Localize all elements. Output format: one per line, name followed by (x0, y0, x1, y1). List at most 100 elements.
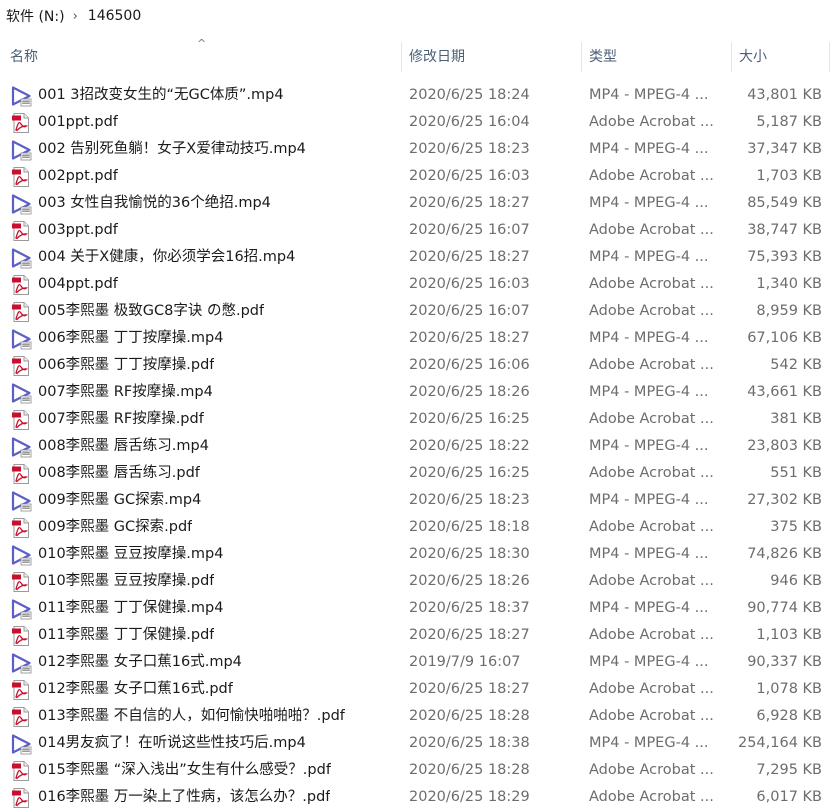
file-name-cell[interactable]: 011李熙墨 丁丁保健操.mp4 (10, 595, 402, 622)
file-row[interactable]: 004ppt.pdf 2020/6/25 16:03 Adobe Acrobat .… (0, 271, 835, 298)
file-size: 67,106 KB (747, 330, 822, 346)
file-name-cell[interactable]: 003 女性自我愉悦的36个绝招.mp4 (10, 190, 402, 217)
file-row[interactable]: 011李熙墨 丁丁保健操.mp4 2020/6/25 18:37 MP4 - MPE… (0, 595, 835, 622)
file-name-cell[interactable]: 004 关于X健康，你必须学会16招.mp4 (10, 244, 402, 271)
column-resize-handle[interactable] (581, 42, 582, 72)
file-row[interactable]: 004 关于X健康，你必须学会16招.mp4 2020/6/25 18:27 MP4… (0, 244, 835, 271)
file-size: 43,801 KB (747, 87, 822, 103)
file-name: 003ppt.pdf (38, 222, 118, 238)
file-row[interactable]: 013李熙墨 不自信的人，如何愉快啪啪啪？.pdf 2020/6/25 18:28… (0, 703, 835, 730)
file-row[interactable]: 001ppt.pdf 2020/6/25 16:04 Adobe Acrobat .… (0, 109, 835, 136)
file-name: 006李熙墨 丁丁按摩操.pdf (38, 357, 215, 373)
file-name: 004 关于X健康，你必须学会16招.mp4 (38, 249, 296, 265)
pdf-file-icon (10, 355, 32, 377)
file-name: 003 女性自我愉悦的36个绝招.mp4 (38, 195, 271, 211)
file-row[interactable]: 002ppt.pdf 2020/6/25 16:03 Adobe Acrobat .… (0, 163, 835, 190)
file-name-cell[interactable]: 008李熙墨 唇舌练习.mp4 (10, 433, 402, 460)
file-modified-date: 2020/6/25 18:23 (409, 141, 530, 157)
file-row[interactable]: 002 告别死鱼躺！女子X爱律动技巧.mp4 2020/6/25 18:23 MP4… (0, 136, 835, 163)
file-size: 85,549 KB (747, 195, 822, 211)
file-row[interactable]: 003 女性自我愉悦的36个绝招.mp4 2020/6/25 18:27 MP4 -… (0, 190, 835, 217)
file-modified-date: 2020/6/25 18:23 (409, 492, 530, 508)
file-size: 1,340 KB (756, 276, 822, 292)
file-row[interactable]: 005李熙墨 极致GC8字诀 の憋.pdf 2020/6/25 16:07 Adob… (0, 298, 835, 325)
column-header-size[interactable]: 大小 (739, 38, 819, 76)
column-resize-handle[interactable] (829, 42, 830, 72)
pdf-file-icon (10, 760, 32, 782)
file-name-cell[interactable]: 002 告别死鱼躺！女子X爱律动技巧.mp4 (10, 136, 402, 163)
file-name-cell[interactable]: 016李熙墨 万一染上了性病，该怎么办？.pdf (10, 784, 402, 811)
file-name: 011李熙墨 丁丁保健操.mp4 (38, 600, 224, 616)
file-row[interactable]: 007李熙墨 RF按摩操.pdf 2020/6/25 16:25 Adobe Acr… (0, 406, 835, 433)
file-row[interactable]: 008李熙墨 唇舌练习.pdf 2020/6/25 16:25 Adobe Acro… (0, 460, 835, 487)
file-name-cell[interactable]: 007李熙墨 RF按摩操.mp4 (10, 379, 402, 406)
column-resize-handle[interactable] (401, 42, 402, 72)
file-name-cell[interactable]: 007李熙墨 RF按摩操.pdf (10, 406, 402, 433)
video-file-icon (10, 382, 32, 404)
file-name: 002 告别死鱼躺！女子X爱律动技巧.mp4 (38, 141, 306, 157)
breadcrumb-drive[interactable]: 软件 (N:) (6, 6, 65, 26)
file-row[interactable]: 008李熙墨 唇舌练习.mp4 2020/6/25 18:22 MP4 - MPEG… (0, 433, 835, 460)
file-row[interactable]: 011李熙墨 丁丁保健操.pdf 2020/6/25 18:27 Adobe Acr… (0, 622, 835, 649)
file-row[interactable]: 009李熙墨 GC探索.mp4 2020/6/25 18:23 MP4 - MPEG… (0, 487, 835, 514)
file-name: 006李熙墨 丁丁按摩操.mp4 (38, 330, 224, 346)
file-row[interactable]: 015李熙墨 “深入浅出”女生有什么感受？.pdf 2020/6/25 18:28… (0, 757, 835, 784)
column-header-date[interactable]: 修改日期 (409, 38, 579, 76)
file-row[interactable]: 010李熙墨 豆豆按摩操.mp4 2020/6/25 18:30 MP4 - MPE… (0, 541, 835, 568)
file-name-cell[interactable]: 005李熙墨 极致GC8字诀 の憋.pdf (10, 298, 402, 325)
file-row[interactable]: 001 3招改变女生的“无GC体质”.mp4 2020/6/25 18:24 MP4… (0, 82, 835, 109)
file-name-cell[interactable]: 010李熙墨 豆豆按摩操.mp4 (10, 541, 402, 568)
file-modified-date: 2020/6/25 18:27 (409, 681, 530, 697)
file-modified-date: 2020/6/25 18:29 (409, 789, 530, 805)
file-name-cell[interactable]: 014男友疯了！在听说这些性技巧后.mp4 (10, 730, 402, 757)
video-file-icon (10, 490, 32, 512)
file-name-cell[interactable]: 009李熙墨 GC探索.mp4 (10, 487, 402, 514)
file-name-cell[interactable]: 010李熙墨 豆豆按摩操.pdf (10, 568, 402, 595)
file-row[interactable]: 012李熙墨 女子口蕉16式.pdf 2020/6/25 18:27 Adobe A… (0, 676, 835, 703)
file-row[interactable]: 016李熙墨 万一染上了性病，该怎么办？.pdf 2020/6/25 18:29 A… (0, 784, 835, 811)
file-name-cell[interactable]: 001 3招改变女生的“无GC体质”.mp4 (10, 82, 402, 109)
breadcrumb-chevron-icon[interactable]: › (73, 9, 78, 24)
file-name: 012李熙墨 女子口蕉16式.mp4 (38, 654, 242, 670)
file-name-cell[interactable]: 003ppt.pdf (10, 217, 402, 244)
file-row[interactable]: 007李熙墨 RF按摩操.mp4 2020/6/25 18:26 MP4 - MPE… (0, 379, 835, 406)
file-row[interactable]: 003ppt.pdf 2020/6/25 16:07 Adobe Acrobat .… (0, 217, 835, 244)
address-breadcrumb: 软件 (N:) › 146500 (0, 0, 835, 32)
file-name-cell[interactable]: 011李熙墨 丁丁保健操.pdf (10, 622, 402, 649)
file-name-cell[interactable]: 009李熙墨 GC探索.pdf (10, 514, 402, 541)
file-row[interactable]: 006李熙墨 丁丁按摩操.pdf 2020/6/25 16:06 Adobe Acr… (0, 352, 835, 379)
file-name-cell[interactable]: 001ppt.pdf (10, 109, 402, 136)
file-name-cell[interactable]: 012李熙墨 女子口蕉16式.pdf (10, 676, 402, 703)
file-name-cell[interactable]: 013李熙墨 不自信的人，如何愉快啪啪啪？.pdf (10, 703, 402, 730)
file-name-cell[interactable]: 012李熙墨 女子口蕉16式.mp4 (10, 649, 402, 676)
file-row[interactable]: 014男友疯了！在听说这些性技巧后.mp4 2020/6/25 18:38 MP4 … (0, 730, 835, 757)
file-modified-date: 2020/6/25 18:27 (409, 627, 530, 643)
file-name-cell[interactable]: 002ppt.pdf (10, 163, 402, 190)
file-row[interactable]: 010李熙墨 豆豆按摩操.pdf 2020/6/25 18:26 Adobe Acr… (0, 568, 835, 595)
file-name-cell[interactable]: 006李熙墨 丁丁按摩操.mp4 (10, 325, 402, 352)
breadcrumb-folder[interactable]: 146500 (88, 8, 141, 24)
column-header-type[interactable]: 类型 (589, 38, 729, 76)
file-modified-date: 2020/6/25 18:24 (409, 87, 530, 103)
file-name-cell[interactable]: 015李熙墨 “深入浅出”女生有什么感受？.pdf (10, 757, 402, 784)
video-file-icon (10, 436, 32, 458)
video-file-icon (10, 652, 32, 674)
pdf-file-icon (10, 625, 32, 647)
file-name: 009李熙墨 GC探索.pdf (38, 519, 193, 535)
file-modified-date: 2020/6/25 18:27 (409, 195, 530, 211)
file-row[interactable]: 009李熙墨 GC探索.pdf 2020/6/25 18:18 Adobe Acro… (0, 514, 835, 541)
file-name-cell[interactable]: 004ppt.pdf (10, 271, 402, 298)
file-name: 012李熙墨 女子口蕉16式.pdf (38, 681, 233, 697)
file-row[interactable]: 006李熙墨 丁丁按摩操.mp4 2020/6/25 18:27 MP4 - MPE… (0, 325, 835, 352)
file-row[interactable]: 012李熙墨 女子口蕉16式.mp4 2019/7/9 16:07 MP4 - MP… (0, 649, 835, 676)
file-name: 007李熙墨 RF按摩操.pdf (38, 411, 204, 427)
column-resize-handle[interactable] (731, 42, 732, 72)
file-name-cell[interactable]: 008李熙墨 唇舌练习.pdf (10, 460, 402, 487)
column-header-name[interactable]: 名称 (10, 38, 400, 76)
pdf-file-icon (10, 220, 32, 242)
file-name-cell[interactable]: 006李熙墨 丁丁按摩操.pdf (10, 352, 402, 379)
file-modified-date: 2020/6/25 16:07 (409, 303, 530, 319)
file-size: 37,347 KB (747, 141, 822, 157)
video-file-icon (10, 85, 32, 107)
file-modified-date: 2020/6/25 18:38 (409, 735, 530, 751)
